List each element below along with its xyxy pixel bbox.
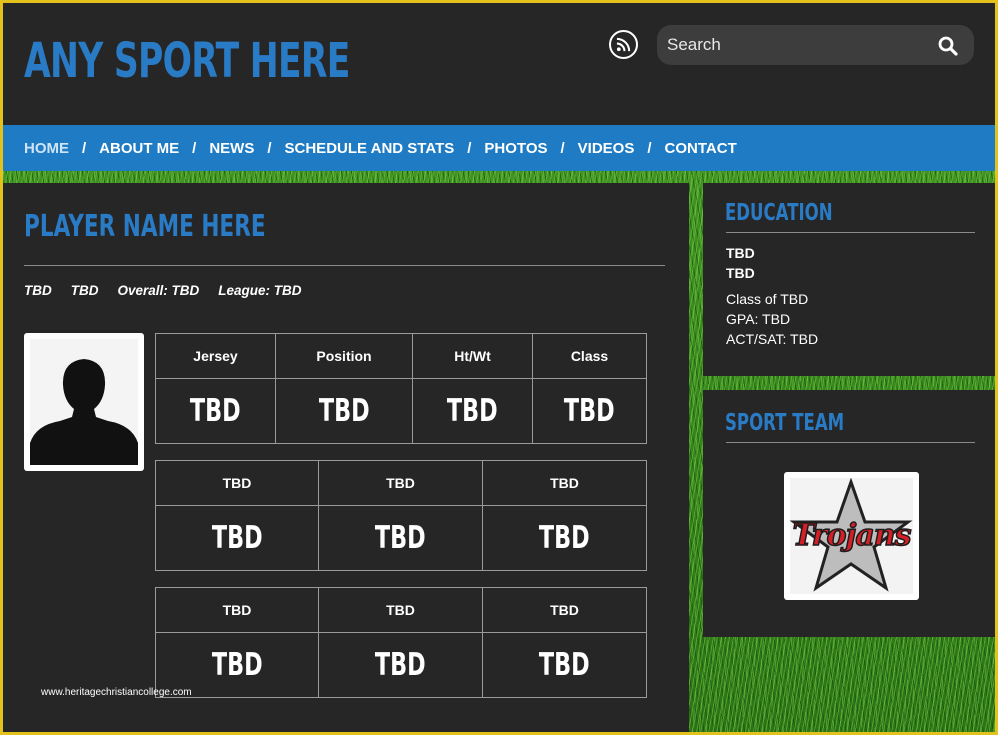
divider: [24, 265, 665, 266]
table-header: TBD: [155, 587, 319, 633]
team-logo[interactable]: Trojans: [784, 472, 919, 600]
table-header: TBD: [318, 587, 483, 633]
education-title: EDUCATION: [725, 200, 833, 226]
table-header: TBD: [482, 587, 647, 633]
nav-item-videos[interactable]: VIDEOS: [578, 140, 635, 157]
table-header-class: Class: [532, 333, 647, 379]
stats-table-3: TBD TBD TBD TBD TBD TBD: [155, 587, 647, 698]
table-header-jersey: Jersey: [155, 333, 276, 379]
watermark: www.heritagechristiancollege.com: [41, 687, 192, 698]
divider: [726, 232, 975, 233]
education-line: TBD: [726, 245, 755, 261]
education-panel: EDUCATION TBD TBD Class of TBD GPA: TBD …: [703, 183, 995, 376]
site-title[interactable]: ANY SPORT HERE: [24, 33, 350, 89]
main-nav: HOME / ABOUT ME / NEWS / SCHEDULE AND ST…: [3, 125, 995, 171]
table-cell: TBD: [318, 632, 483, 698]
education-line: TBD: [726, 265, 755, 281]
education-act-sat: ACT/SAT: TBD: [726, 331, 819, 347]
nav-item-news[interactable]: NEWS: [209, 140, 254, 157]
page-frame: ANY SPORT HERE HOME / ABOUT ME / NEWS / …: [3, 3, 995, 732]
education-gpa: GPA: TBD: [726, 311, 791, 327]
summary-league: League: TBD: [218, 283, 302, 298]
table-cell: TBD: [482, 505, 647, 571]
nav-separator: /: [647, 139, 652, 157]
summary-item: TBD: [70, 283, 99, 298]
summary-overall: Overall: TBD: [117, 283, 200, 298]
site-header: ANY SPORT HERE: [3, 3, 995, 125]
stats-table-2: TBD TBD TBD TBD TBD TBD: [155, 460, 647, 571]
table-cell: TBD: [532, 378, 647, 444]
player-silhouette-icon: [30, 339, 138, 465]
nav-item-home[interactable]: HOME: [24, 140, 69, 157]
table-header: TBD: [318, 460, 483, 506]
education-class: Class of TBD: [726, 291, 809, 307]
player-panel: PLAYER NAME HERE TBD TBD Overall: TBD Le…: [3, 183, 689, 732]
nav-item-schedule-and-stats[interactable]: SCHEDULE AND STATS: [285, 140, 455, 157]
table-header: TBD: [155, 460, 319, 506]
player-name: PLAYER NAME HERE: [24, 209, 266, 244]
player-photo: [24, 333, 144, 471]
table-header-position: Position: [275, 333, 413, 379]
search-input[interactable]: [667, 25, 927, 65]
table-cell: TBD: [318, 505, 483, 571]
search-icon[interactable]: [937, 35, 959, 57]
team-logo-text: Trojans: [792, 517, 912, 554]
table-cell: TBD: [155, 378, 276, 444]
nav-item-contact[interactable]: CONTACT: [665, 140, 737, 157]
rss-icon[interactable]: [609, 30, 638, 59]
nav-separator: /: [82, 139, 87, 157]
table-header-ht-wt: Ht/Wt: [412, 333, 533, 379]
nav-separator: /: [560, 139, 565, 157]
player-summary: TBD TBD Overall: TBD League: TBD: [24, 283, 302, 298]
nav-separator: /: [192, 139, 197, 157]
nav-item-photos[interactable]: PHOTOS: [484, 140, 547, 157]
table-cell: TBD: [482, 632, 647, 698]
table-header: TBD: [482, 460, 647, 506]
sport-team-panel: SPORT TEAM Trojans: [703, 390, 995, 637]
stats-table-1: Jersey Position Ht/Wt Class TBD TBD TBD …: [155, 333, 647, 444]
sport-team-title: SPORT TEAM: [725, 410, 845, 436]
nav-separator: /: [467, 139, 472, 157]
table-cell: TBD: [275, 378, 413, 444]
table-cell: TBD: [155, 505, 319, 571]
table-cell: TBD: [412, 378, 533, 444]
divider: [726, 442, 975, 443]
nav-item-about-me[interactable]: ABOUT ME: [99, 140, 179, 157]
summary-item: TBD: [24, 283, 52, 298]
nav-separator: /: [267, 139, 272, 157]
search-box: [657, 25, 974, 65]
